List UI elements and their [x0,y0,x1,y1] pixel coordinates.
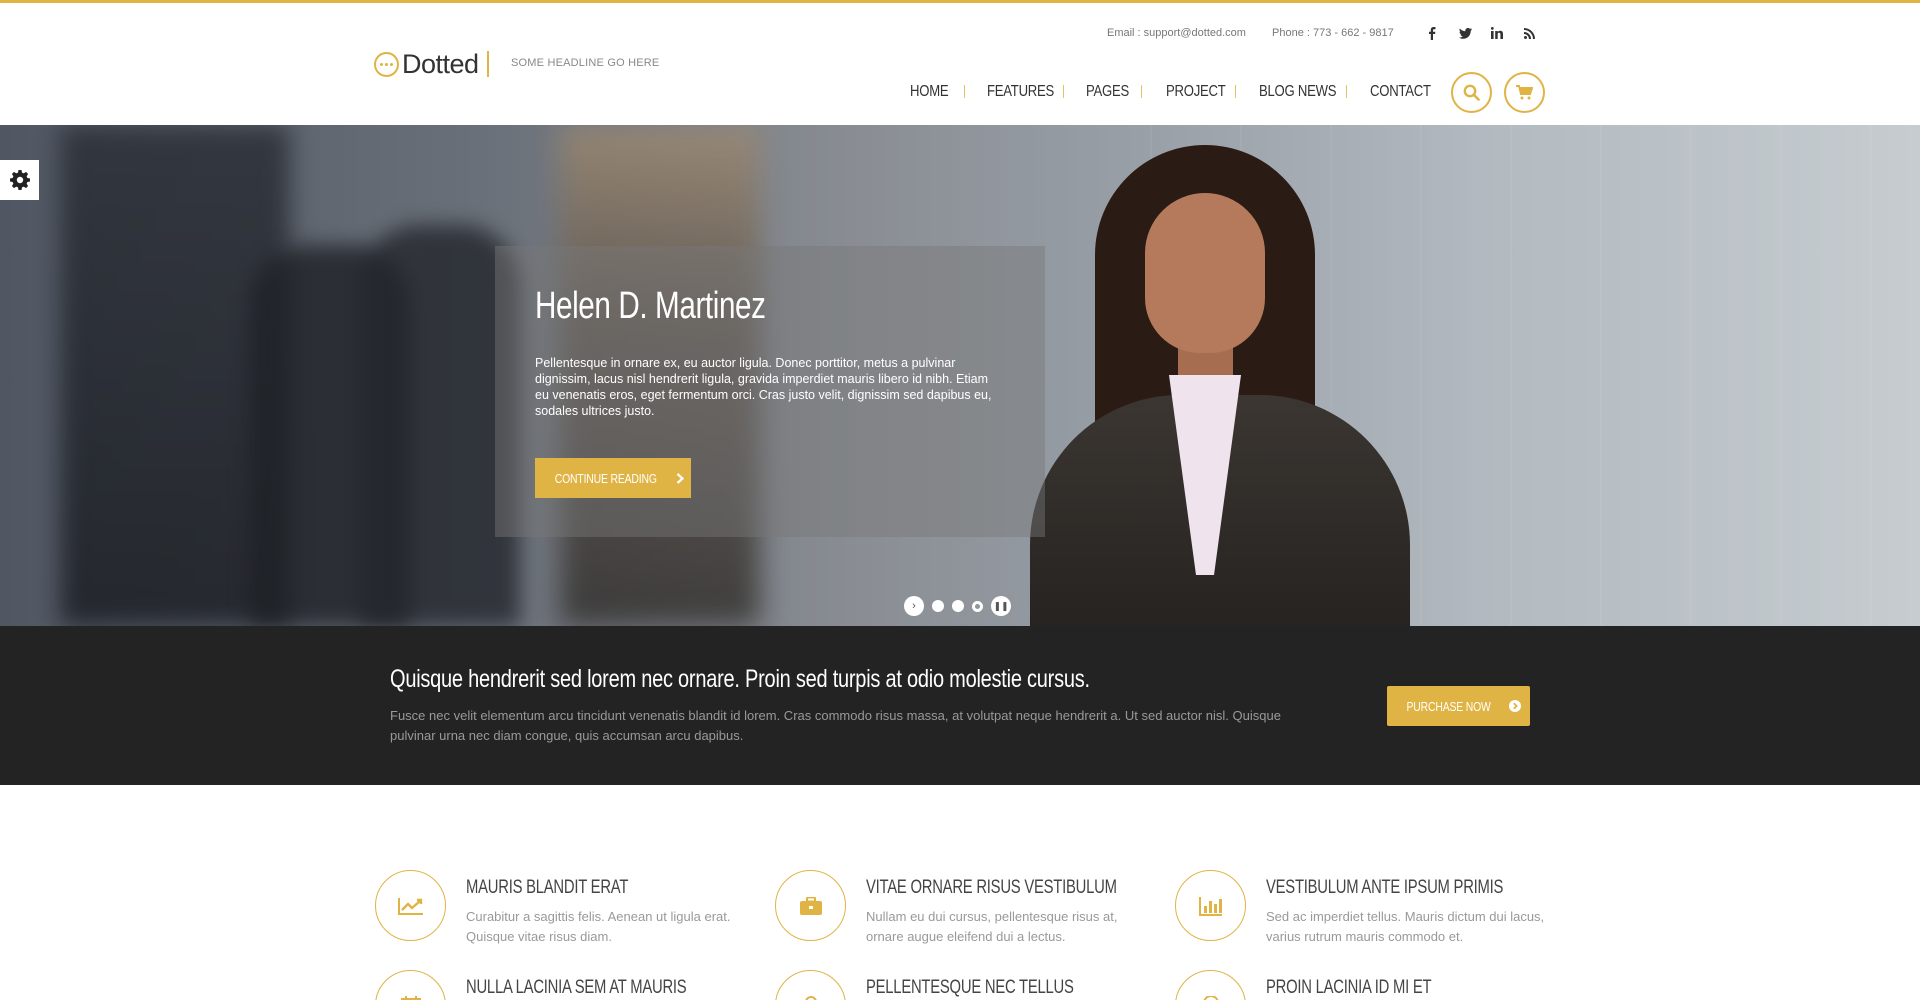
logo-dots-icon [374,52,399,77]
phone-info: Phone : 773 - 662 - 9817 [1272,27,1394,39]
brand-name: Dotted [402,49,479,79]
feature-item: VITAE ORNARE RISUS VESTIBULUM Nullam eu … [775,870,1145,950]
nav-divider [1235,85,1236,98]
twitter-icon[interactable] [1455,23,1475,43]
nav-divider [1141,85,1142,98]
nav-project[interactable]: PROJECT [1166,83,1226,105]
logo[interactable]: Dotted [374,49,479,80]
continue-reading-button[interactable]: CONTINUE READING [535,458,691,498]
feature-item: PROIN LACINIA ID MI ET [1175,970,1545,1000]
feature-item: VESTIBULUM ANTE IPSUM PRIMIS Sed ac impe… [1175,870,1545,950]
promo-text: Fusce nec velit elementum arcu tincidunt… [390,708,1281,743]
site-header: Dotted SOME HEADLINE GO HERE Email : sup… [0,3,1920,125]
nav-contact[interactable]: CONTACT [1370,83,1431,105]
nav-home[interactable]: HOME [910,83,949,105]
facebook-icon[interactable] [1422,23,1442,43]
feature-title: NULLA LACINIA SEM AT MAURIS [466,977,687,998]
slider-pause-icon[interactable]: ❚❚ [991,596,1011,616]
hero-title: Helen D. Martinez [535,285,766,327]
linkedin-icon[interactable] [1487,23,1507,43]
cart-button[interactable] [1504,72,1545,113]
slider-dot-active[interactable] [972,600,983,612]
nav-pages[interactable]: PAGES [1086,83,1129,105]
hero-slider: Helen D. Martinez Pellentesque in ornare… [0,125,1920,626]
slider-next-icon[interactable]: › [904,596,924,616]
slider-dot[interactable] [932,600,944,612]
feature-text: Sed ac imperdiet tellus. Mauris dictum d… [1266,909,1545,944]
slider-pagination: › ❚❚ [904,596,1011,616]
tagline: SOME HEADLINE GO HERE [511,57,660,69]
line-chart-icon [375,870,446,941]
bar-chart-icon [1175,870,1246,941]
cart-icon [1516,85,1533,100]
email-info: Email : support@dotted.com [1107,27,1246,39]
slider-dot[interactable] [952,600,964,612]
lock-icon [775,970,846,1000]
logo-divider [487,51,489,77]
feature-item: PELLENTESQUE NEC TELLUS [775,970,1145,1000]
nav-divider [1346,85,1347,98]
rss-icon[interactable] [1519,23,1539,43]
settings-gear-icon[interactable] [0,160,39,200]
nav-divider [964,85,965,98]
search-icon [1463,84,1480,101]
nav-divider [1063,85,1064,98]
feature-title: VESTIBULUM ANTE IPSUM PRIMIS [1266,877,1504,898]
briefcase-icon [775,870,846,941]
feature-text: Curabitur a sagittis felis. Aenean ut li… [466,909,731,944]
search-button[interactable] [1451,72,1492,113]
circle-arrow-right-icon [1508,700,1521,712]
calendar-icon [375,970,446,1000]
feature-text: Nullam eu dui cursus, pellentesque risus… [866,909,1118,944]
hero-text: Pellentesque in ornare ex, eu auctor lig… [535,356,992,418]
purchase-now-button[interactable]: PURCHASE NOW [1387,686,1530,726]
nav-blog-news[interactable]: BLOG NEWS [1259,83,1337,105]
chevron-right-icon [677,472,685,484]
feature-title: PROIN LACINIA ID MI ET [1266,977,1432,998]
feature-item: NULLA LACINIA SEM AT MAURIS [375,970,745,1000]
feature-title: PELLENTESQUE NEC TELLUS [866,977,1074,998]
feature-title: VITAE ORNARE RISUS VESTIBULUM [866,877,1117,898]
location-icon [1175,970,1246,1000]
feature-item: MAURIS BLANDIT ERAT Curabitur a sagittis… [375,870,745,950]
promo-title: Quisque hendrerit sed lorem nec ornare. … [390,665,1090,693]
nav-features[interactable]: FEATURES [987,83,1054,105]
hero-portrait [1030,145,1410,626]
feature-title: MAURIS BLANDIT ERAT [466,877,629,898]
